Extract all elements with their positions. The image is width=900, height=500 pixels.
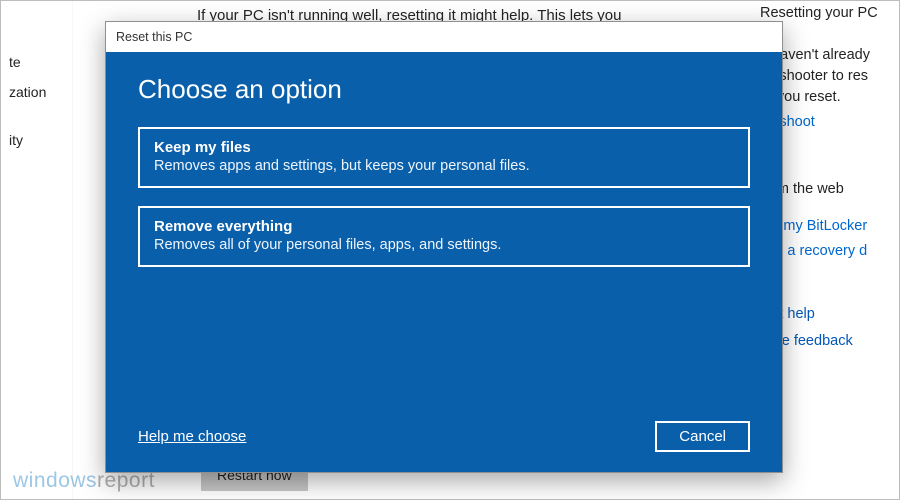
cancel-button[interactable]: Cancel	[655, 421, 750, 452]
help-me-choose-link[interactable]: Help me choose	[138, 428, 246, 445]
option-title: Remove everything	[154, 218, 734, 235]
option-title: Keep my files	[154, 139, 734, 156]
nav-item-fragment[interactable]: zation	[1, 77, 72, 107]
reset-pc-dialog: Reset this PC Choose an option Keep my f…	[105, 21, 783, 473]
settings-window: te zation ity If your PC isn't running w…	[0, 0, 900, 500]
option-remove-everything[interactable]: Remove everything Removes all of your pe…	[138, 206, 750, 267]
dialog-footer: Help me choose Cancel	[138, 421, 750, 452]
dialog-body: Choose an option Keep my files Removes a…	[106, 52, 782, 472]
nav-item-fragment[interactable]: te	[1, 47, 72, 77]
settings-nav-sidebar: te zation ity	[1, 1, 73, 499]
option-keep-my-files[interactable]: Keep my files Removes apps and settings,…	[138, 127, 750, 188]
option-description: Removes apps and settings, but keeps you…	[154, 158, 734, 174]
dialog-titlebar: Reset this PC	[106, 22, 782, 52]
dialog-heading: Choose an option	[138, 74, 750, 105]
option-description: Removes all of your personal files, apps…	[154, 237, 734, 253]
nav-item-fragment[interactable]: ity	[1, 125, 72, 155]
